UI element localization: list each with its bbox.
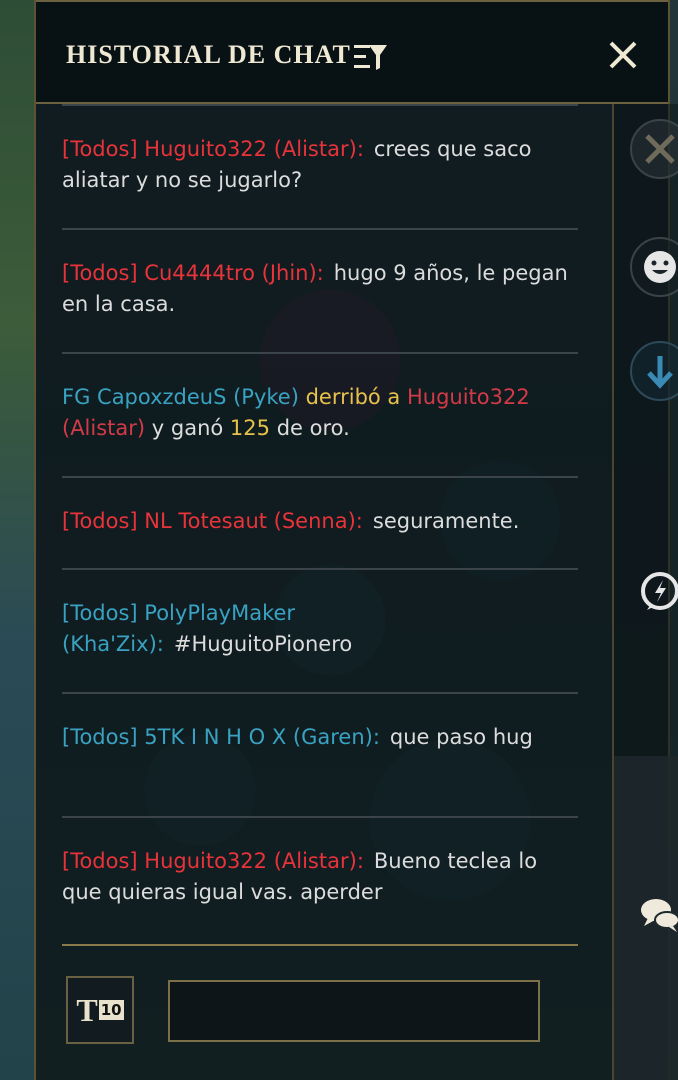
message-sender: [Todos] Huguito322 (Alistar) <box>62 849 357 873</box>
message-text: : <box>156 632 164 656</box>
message-text: derribó a <box>298 385 407 409</box>
chat-message: [Todos] Huguito322 (Alistar): Bueno tecle… <box>62 818 578 940</box>
message-sender: [Todos] Huguito322 (Alistar) <box>62 137 357 161</box>
message-text: de oro. <box>270 416 350 440</box>
chat-message: [Todos] PolyPlayMaker (Kha'Zix): #Huguito… <box>62 570 578 692</box>
panel-title: HISTORIAL DE CHAT <box>66 40 351 69</box>
message-text: : <box>356 849 364 873</box>
message-text: : <box>355 509 363 533</box>
message-sender: [Todos] NL Totesaut (Senna) <box>62 509 356 533</box>
message-text: : <box>316 261 324 285</box>
text-size-badge: 10 <box>98 1000 124 1020</box>
message-text: 125 <box>229 416 271 440</box>
chat-message: [Todos] NL Totesaut (Senna): seguramente. <box>62 478 578 568</box>
text-size-letter: T <box>76 992 98 1028</box>
chat-message: [Todos] 5TK I N H O X (Garen): que paso h… <box>62 694 578 816</box>
message-text: : <box>356 137 364 161</box>
chat-message-list[interactable]: [Todos] Huguito322 (Alistar): crees que s… <box>62 104 578 1080</box>
down-arrow-icon[interactable] <box>629 340 678 402</box>
message-text: : <box>372 725 380 749</box>
message-sender: FG CapoxzdeuS (Pyke) <box>62 385 299 409</box>
ping-icon[interactable] <box>629 560 678 622</box>
chat-input[interactable] <box>168 980 540 1042</box>
message-text: seguramente. <box>372 509 520 533</box>
crossed-swords-icon[interactable] <box>629 118 678 180</box>
chat-bubbles-icon[interactable] <box>629 882 678 944</box>
chat-message: [Todos] Huguito322 (Alistar): crees que s… <box>62 106 578 228</box>
input-divider <box>62 944 578 946</box>
message-sender: [Todos] 5TK I N H O X (Garen) <box>62 725 373 749</box>
panel-header: HISTORIAL DE CHAT <box>36 0 668 104</box>
text-size-button[interactable]: T 10 <box>66 976 134 1044</box>
message-text: y ganó <box>145 416 230 440</box>
chat-message: [Todos] Cu4444tro (Jhin): hugo 9 años, le… <box>62 230 578 352</box>
map-edge <box>0 0 34 1080</box>
chat-message: FG CapoxzdeuS (Pyke) derribó a Huguito32… <box>62 354 578 476</box>
close-icon[interactable] <box>606 38 640 72</box>
message-text: que paso hug <box>389 725 533 749</box>
smiley-icon[interactable] <box>629 236 678 298</box>
chat-side-rail <box>612 104 678 1080</box>
chat-history-panel: HISTORIAL DE CHAT [Todos] Huguito322 (Al… <box>34 0 678 1080</box>
message-text: #HuguitoPionero <box>173 632 353 656</box>
filter-icon[interactable] <box>354 42 388 72</box>
message-sender: [Todos] Cu4444tro (Jhin) <box>62 261 317 285</box>
